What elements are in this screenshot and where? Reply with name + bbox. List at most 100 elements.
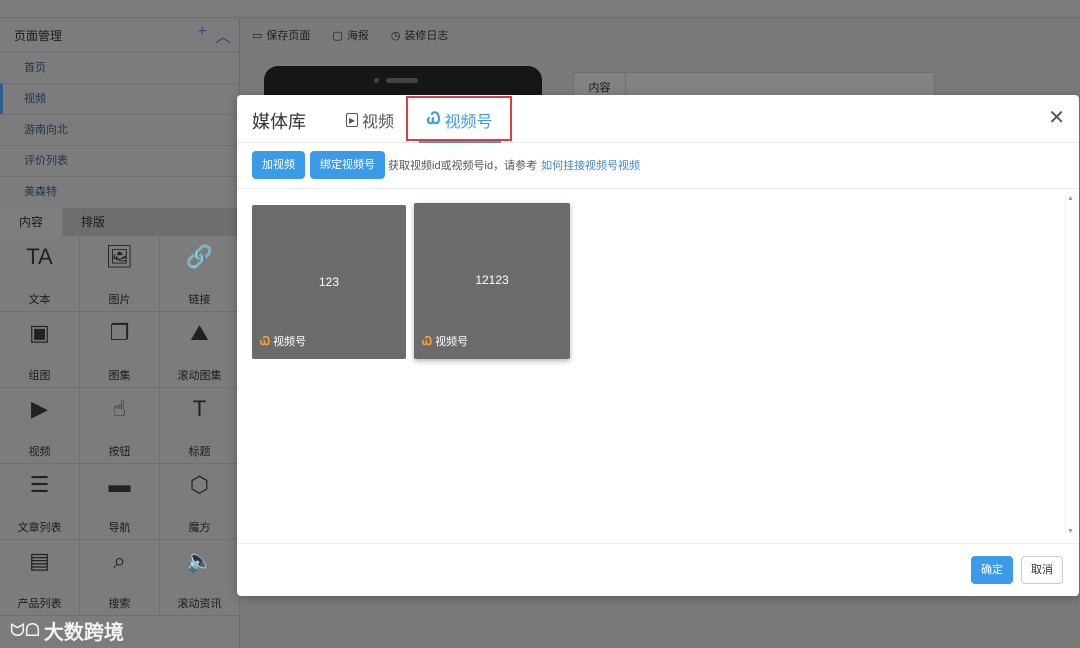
component-cube[interactable]: ⬡ 魔方 [160, 464, 240, 540]
component-product-list[interactable]: ▤ 产品列表 [0, 540, 80, 616]
top-bar [0, 0, 1080, 18]
channel-badge: Ꮗ 视频号 [422, 333, 468, 349]
poster-icon: ▢ [332, 30, 343, 42]
component-nav[interactable]: ▬ 导航 [80, 464, 160, 540]
component-image-group[interactable]: ▣ 组图 [0, 312, 80, 388]
modal-title: 媒体库 [252, 112, 306, 132]
poster-button[interactable]: ▢ 海报 [332, 27, 368, 43]
channel-logo-icon: Ꮗ [260, 333, 271, 348]
decoration-log-button[interactable]: ◷ 装修日志 [391, 27, 449, 43]
help-link[interactable]: 如何挂接视频号视频 [541, 160, 640, 172]
bind-channel-button[interactable]: 绑定视频号 [310, 151, 385, 179]
component-search[interactable]: ⌕ 搜索 [80, 540, 160, 616]
component-label: 链接 [188, 294, 211, 306]
video-play-icon: ▸ [346, 113, 359, 127]
sidebar-header: 页面管理 + ︿ [0, 18, 239, 52]
watermark-logo-icon: ᗢᗝ [10, 620, 40, 640]
component-scroll-news[interactable]: 🔈 滚动资讯 [160, 540, 240, 616]
page-item-travel[interactable]: 游南向北 [0, 114, 239, 145]
cube-icon: ⬡ [189, 472, 210, 497]
media-card-name: 12123 [475, 273, 509, 287]
gallery-icon: ❐ [109, 320, 130, 345]
component-label: 滚动图集 [177, 370, 222, 382]
component-article-list[interactable]: ☰ 文章列表 [0, 464, 80, 540]
component-label: 按钮 [108, 446, 131, 458]
cancel-button[interactable]: 取消 [1021, 556, 1063, 584]
add-icon[interactable]: + [198, 23, 207, 47]
modal-footer: 确定 取消 [971, 556, 1063, 584]
component-label: 组图 [28, 370, 51, 382]
watermark: ᗢᗝ 大数跨境 [10, 616, 124, 645]
component-label: 搜索 [108, 598, 131, 610]
component-label: 滚动资讯 [177, 598, 222, 610]
decoration-log-label: 装修日志 [404, 30, 449, 42]
scroll-down-icon[interactable]: ▼ [1067, 528, 1074, 535]
page-item-video[interactable]: 视频 [0, 83, 239, 114]
component-label: 图集 [108, 370, 131, 382]
mountain-icon: ⛰ [190, 320, 209, 345]
list-icon: ☰ [29, 472, 50, 497]
media-card-name: 123 [318, 275, 340, 289]
component-label: 视频 [28, 446, 51, 458]
hand-pointer-icon: ☝ [112, 396, 127, 421]
page-item-home[interactable]: 首页 [0, 52, 239, 83]
channel-badge: Ꮗ 视频号 [260, 333, 306, 349]
watermark-text: 大数跨境 [43, 622, 124, 644]
component-title[interactable]: T 标题 [160, 388, 240, 464]
component-tabs: 内容 排版 [0, 208, 240, 236]
save-page-label: 保存页面 [266, 30, 311, 42]
hint-label: 获取视频id或视频号id，请参考 [388, 160, 538, 172]
phone-speaker [386, 78, 418, 83]
save-icon: ▭ [252, 30, 263, 42]
media-card[interactable]: 12123 Ꮗ 视频号 [414, 203, 570, 359]
component-label: 图片 [108, 294, 131, 306]
text-icon: TA [26, 244, 53, 269]
component-label: 导航 [108, 522, 131, 534]
save-page-button[interactable]: ▭ 保存页面 [252, 27, 310, 43]
component-button[interactable]: ☝ 按钮 [80, 388, 160, 464]
collapse-icon[interactable]: ︿ [215, 23, 231, 47]
editor-toolbar: ▭ 保存页面 ▢ 海报 ◷ 装修日志 [252, 18, 448, 52]
component-gallery[interactable]: ❐ 图集 [80, 312, 160, 388]
clock-icon: ◷ [390, 30, 401, 42]
page-item-reviews[interactable]: 评价列表 [0, 145, 239, 176]
component-label: 文本 [28, 294, 51, 306]
product-list-icon: ▤ [29, 548, 50, 573]
add-video-button[interactable]: 加视频 [252, 151, 305, 179]
media-library-modal: 媒体库 ▸ 视频 Ꮗ 视频号 ✕ 加视频 绑定视频号 获取视频id或视频号id，… [237, 95, 1079, 596]
play-icon: ▶ [31, 396, 48, 421]
poster-label: 海报 [346, 30, 369, 42]
scrollbar[interactable]: ▲ ▼ [1065, 195, 1074, 535]
confirm-button[interactable]: 确定 [971, 556, 1013, 584]
component-scroll-gallery[interactable]: ⛰ 滚动图集 [160, 312, 240, 388]
link-icon: 🔗 [185, 244, 214, 269]
component-image[interactable]: 🖼 图片 [80, 236, 160, 312]
modal-header: 媒体库 ▸ 视频 Ꮗ 视频号 ✕ [237, 95, 1079, 143]
component-grid: TA 文本 🖼 图片 🔗 链接 ▣ 组图 ❐ 图集 ⛰ 滚动图集 ▶ 视频 ☝ 按钮 T 标题 ☰… [0, 236, 240, 616]
component-label: 文章列表 [17, 522, 62, 534]
scroll-up-icon[interactable]: ▲ [1067, 195, 1074, 202]
search-icon: ⌕ [113, 548, 126, 573]
action-bar: 加视频 绑定视频号 获取视频id或视频号id，请参考 如何挂接视频号视频 [252, 151, 640, 179]
media-grid: 123 Ꮗ 视频号 12123 Ꮗ 视频号 ▲ ▼ [237, 188, 1079, 544]
page-management-title: 页面管理 [14, 28, 63, 43]
component-label: 产品列表 [17, 598, 62, 610]
tab-layout[interactable]: 排版 [62, 208, 124, 236]
media-card[interactable]: 123 Ꮗ 视频号 [252, 205, 406, 359]
component-video[interactable]: ▶ 视频 [0, 388, 80, 464]
image-icon: 🖼 [105, 244, 134, 269]
channel-logo-icon: Ꮗ [422, 333, 433, 348]
channel-badge-label: 视频号 [435, 336, 469, 348]
component-label: 标题 [188, 446, 211, 458]
image-group-icon: ▣ [29, 320, 50, 345]
tab-video[interactable]: ▸ 视频 [346, 108, 394, 132]
component-link[interactable]: 🔗 链接 [160, 236, 240, 312]
component-label: 魔方 [188, 522, 211, 534]
sidebar: 页面管理 + ︿ 首页 视频 游南向北 评价列表 美森特 内容 排版 TA 文本 … [0, 18, 240, 648]
title-icon: T [192, 396, 207, 421]
tab-content[interactable]: 内容 [0, 208, 62, 236]
close-icon[interactable]: ✕ [1048, 108, 1065, 128]
page-item-meisente[interactable]: 美森特 [0, 176, 239, 207]
phone-camera [374, 78, 379, 83]
component-text[interactable]: TA 文本 [0, 236, 80, 312]
